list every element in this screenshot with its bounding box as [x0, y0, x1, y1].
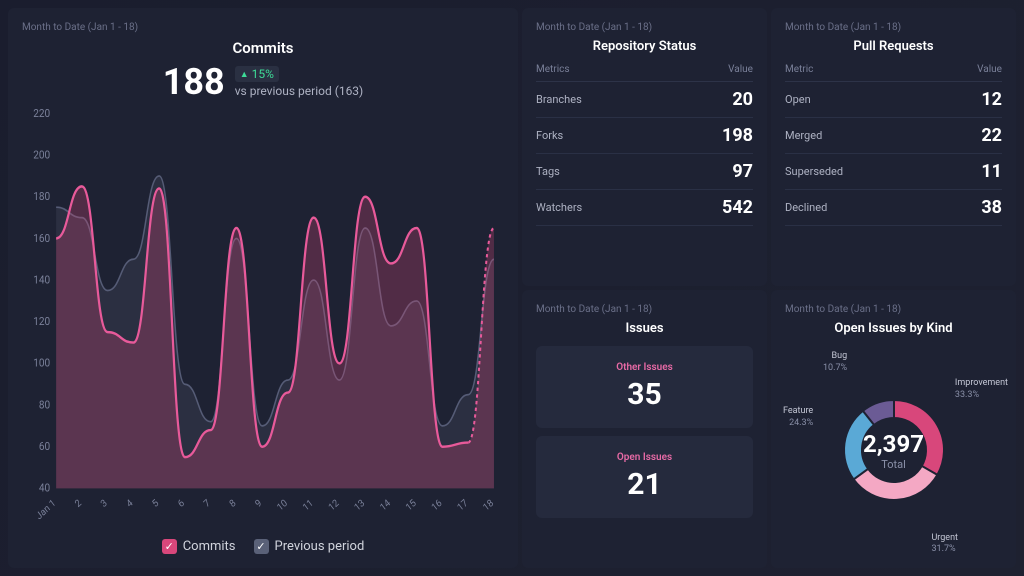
issue-label: Open Issues [552, 452, 737, 463]
commits-kpi: Commits 188 15% vs previous period (163) [22, 39, 504, 103]
table-row[interactable]: Branches 20 [536, 82, 753, 118]
row-value: 22 [981, 125, 1002, 146]
issue-label: Other Issues [552, 362, 737, 373]
commits-subtitle: vs previous period (163) [235, 84, 364, 98]
svg-text:220: 220 [33, 109, 50, 120]
row-label: Superseded [785, 165, 843, 178]
row-label: Declined [785, 201, 827, 214]
svg-text:5: 5 [150, 498, 161, 510]
commits-value: 188 [163, 61, 225, 103]
svg-text:80: 80 [39, 398, 50, 412]
row-label: Forks [536, 129, 563, 142]
row-value: 11 [981, 161, 1002, 182]
legend-previous[interactable]: ✓ Previous period [254, 539, 365, 554]
issues-panel: Month to Date (Jan 1 - 18) Issues Other … [522, 290, 767, 568]
svg-text:200: 200 [33, 148, 50, 162]
svg-text:120: 120 [33, 315, 50, 329]
svg-text:3: 3 [99, 498, 110, 510]
pull-requests-panel: Month to Date (Jan 1 - 18) Pull Requests… [771, 8, 1016, 286]
panel-title: Issues [536, 321, 753, 336]
svg-text:40: 40 [39, 481, 50, 495]
table-row[interactable]: Open 12 [785, 82, 1002, 118]
svg-text:11: 11 [301, 498, 315, 514]
open-issues-kind-panel: Month to Date (Jan 1 - 18) Open Issues b… [771, 290, 1016, 568]
table-header: Metric Value [785, 64, 1002, 82]
svg-text:18: 18 [481, 498, 495, 514]
svg-text:12: 12 [327, 497, 342, 514]
row-value: 542 [722, 197, 753, 218]
panel-title: Open Issues by Kind [785, 321, 1002, 336]
row-label: Open [785, 93, 811, 106]
commits-delta: 15% [235, 66, 279, 82]
donut-center: 2,397 Total [863, 430, 924, 471]
commits-title: Commits [22, 39, 504, 57]
row-value: 12 [981, 89, 1002, 110]
donut-label: Total [863, 458, 924, 471]
period-label: Month to Date (Jan 1 - 18) [536, 22, 753, 33]
slice-label-bug: Bug 10.7% [823, 351, 847, 374]
row-value: 20 [732, 89, 753, 110]
svg-text:60: 60 [39, 440, 50, 454]
svg-text:Jan 1: Jan 1 [34, 498, 58, 523]
period-label: Month to Date (Jan 1 - 18) [536, 304, 753, 315]
svg-text:9: 9 [253, 498, 264, 510]
legend-label: Commits [183, 539, 236, 554]
svg-text:13: 13 [353, 498, 367, 514]
table-row[interactable]: Watchers 542 [536, 190, 753, 226]
svg-text:180: 180 [33, 190, 50, 204]
legend-label: Previous period [275, 539, 365, 554]
slice-label-urgent: Urgent 31.7% [931, 533, 958, 556]
svg-text:10: 10 [275, 498, 289, 514]
period-label: Month to Date (Jan 1 - 18) [785, 22, 1002, 33]
issue-value: 35 [552, 377, 737, 412]
table-row[interactable]: Forks 198 [536, 118, 753, 154]
issue-value: 21 [552, 467, 737, 502]
legend-commits[interactable]: ✓ Commits [162, 539, 236, 554]
row-value: 38 [981, 197, 1002, 218]
commits-panel: Month to Date (Jan 1 - 18) Commits 188 1… [8, 8, 518, 568]
col-metric: Metrics [536, 64, 570, 75]
svg-text:160: 160 [33, 231, 50, 245]
svg-text:15: 15 [404, 498, 418, 514]
row-label: Branches [536, 93, 582, 106]
repo-status-panel: Month to Date (Jan 1 - 18) Repository St… [522, 8, 767, 286]
table-row[interactable]: Superseded 11 [785, 154, 1002, 190]
period-label: Month to Date (Jan 1 - 18) [785, 304, 1002, 315]
svg-text:100: 100 [33, 356, 50, 370]
svg-text:17: 17 [456, 498, 470, 514]
chart-legend: ✓ Commits ✓ Previous period [22, 539, 504, 554]
svg-text:16: 16 [430, 498, 444, 514]
svg-text:2: 2 [73, 497, 84, 510]
panel-title: Pull Requests [785, 39, 1002, 54]
donut-chart: 2,397 Total Bug 10.7% Improvement 33.3% … [785, 346, 1002, 554]
period-label: Month to Date (Jan 1 - 18) [22, 22, 504, 33]
table-row[interactable]: Tags 97 [536, 154, 753, 190]
col-value: Value [728, 64, 753, 75]
svg-text:6: 6 [176, 498, 187, 510]
slice-label-improvement: Improvement 33.3% [955, 378, 1008, 401]
row-label: Merged [785, 129, 822, 142]
row-label: Watchers [536, 201, 582, 214]
row-value: 97 [732, 161, 753, 182]
svg-text:7: 7 [202, 498, 213, 510]
checkbox-icon: ✓ [254, 539, 269, 554]
checkbox-icon: ✓ [162, 539, 177, 554]
svg-text:8: 8 [228, 498, 239, 510]
other-issues-box[interactable]: Other Issues 35 [536, 346, 753, 428]
table-header: Metrics Value [536, 64, 753, 82]
svg-text:14: 14 [378, 497, 393, 514]
svg-text:4: 4 [125, 497, 136, 510]
row-label: Tags [536, 165, 560, 178]
col-metric: Metric [785, 64, 813, 75]
svg-text:140: 140 [33, 273, 50, 287]
donut-total: 2,397 [863, 430, 924, 458]
col-value: Value [977, 64, 1002, 75]
table-row[interactable]: Merged 22 [785, 118, 1002, 154]
row-value: 198 [722, 125, 753, 146]
panel-title: Repository Status [536, 39, 753, 54]
slice-label-feature: Feature 24.3% [783, 406, 813, 429]
open-issues-box[interactable]: Open Issues 21 [536, 436, 753, 518]
table-row[interactable]: Declined 38 [785, 190, 1002, 226]
commits-chart: 40 60 80 100 120 140 160 180 200 220 Jan 1 2 3 4 5 6 7 8 9… [22, 109, 504, 533]
